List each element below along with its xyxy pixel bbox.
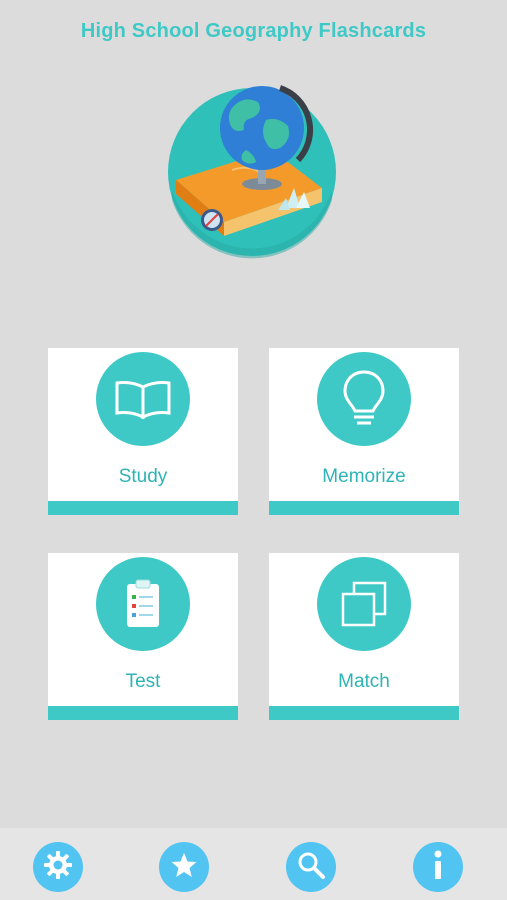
globe-book-icon	[162, 80, 342, 260]
search-icon	[296, 850, 326, 885]
settings-button[interactable]	[33, 842, 83, 892]
match-label: Match	[338, 671, 390, 692]
memorize-label: Memorize	[322, 466, 406, 487]
study-button[interactable]: Study	[48, 348, 238, 515]
test-button[interactable]: Test	[48, 553, 238, 720]
study-label: Study	[118, 466, 168, 487]
search-button[interactable]	[286, 842, 336, 892]
study-accent-bar	[48, 501, 238, 515]
test-label: Test	[125, 671, 161, 692]
info-button[interactable]	[413, 842, 463, 892]
overlapping-squares-icon	[317, 557, 411, 651]
memorize-button[interactable]: Memorize	[269, 348, 459, 515]
memorize-accent-bar	[269, 501, 459, 515]
test-accent-bar	[48, 706, 238, 720]
app-title: High School Geography Flashcards	[80, 20, 427, 42]
info-icon	[428, 849, 448, 886]
favorites-button[interactable]	[159, 842, 209, 892]
open-book-icon	[96, 352, 190, 446]
clipboard-checklist-icon	[96, 557, 190, 651]
match-accent-bar	[269, 706, 459, 720]
star-icon	[170, 851, 198, 884]
bottom-toolbar	[0, 828, 507, 900]
gear-icon	[43, 850, 73, 885]
match-button[interactable]: Match	[269, 553, 459, 720]
lightbulb-icon	[317, 352, 411, 446]
